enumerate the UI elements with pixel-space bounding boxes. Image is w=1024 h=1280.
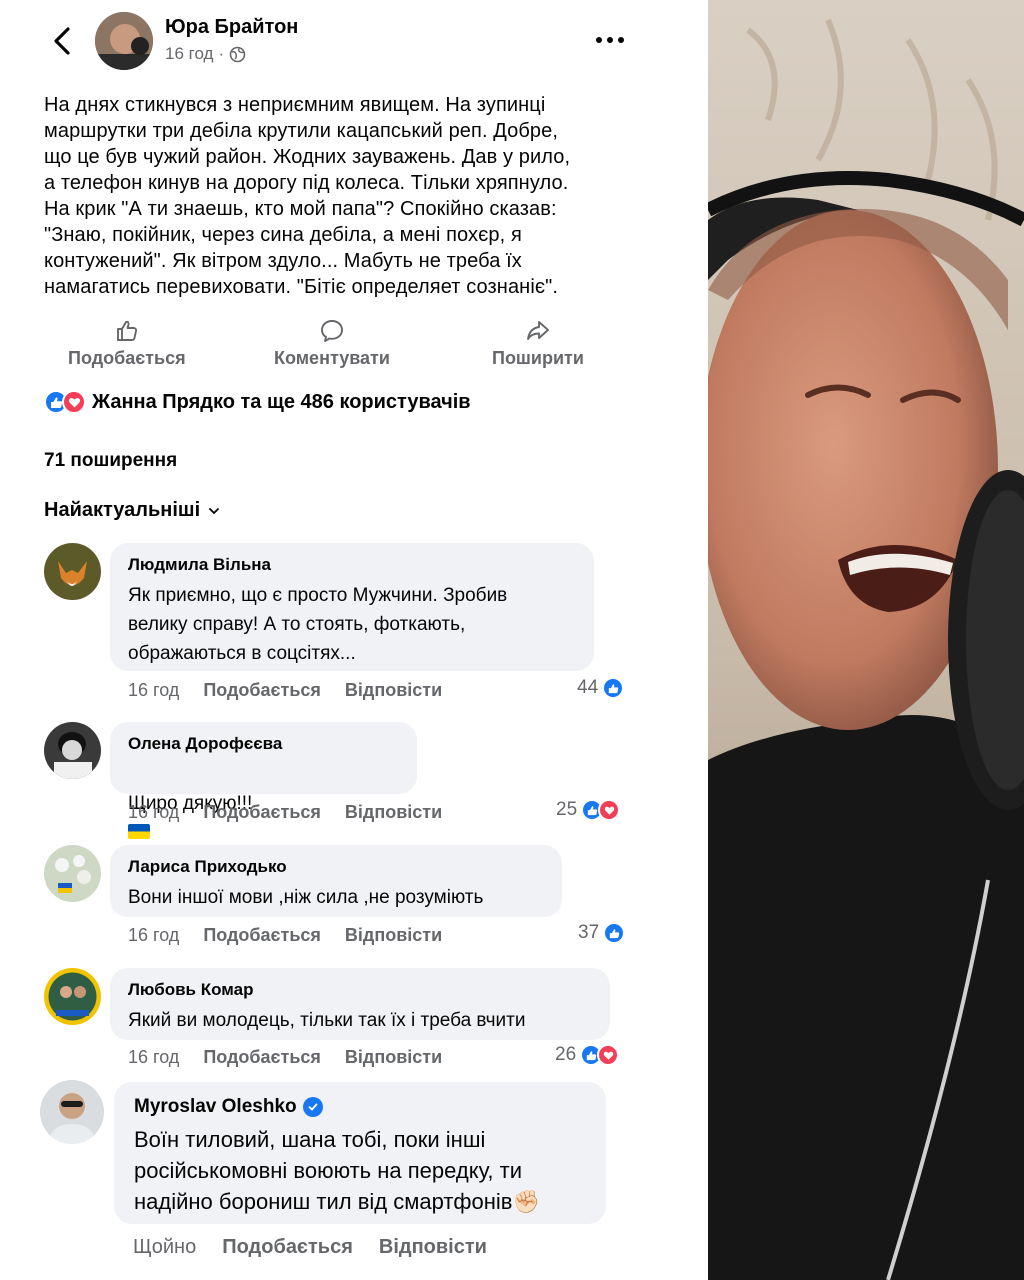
comment-time[interactable]: Щойно [133,1236,196,1259]
reaction-count: 37 [578,922,600,943]
comment-actions: 16 год Подобається Відповісти [128,925,442,946]
love-reaction-icon [62,390,86,414]
like-reaction-icon [602,677,625,699]
commenter-name[interactable]: Олена Дорофєєва [128,734,399,754]
commenter-name[interactable]: Людмила Вільна [128,555,576,575]
comment-actions: 16 год Подобається Відповісти [128,680,442,701]
comment-sort-dropdown[interactable]: Найактуальніші [44,499,220,522]
comment-reply-button[interactable]: Відповісти [345,802,442,823]
avatar[interactable] [44,543,101,600]
comment-bubble: Myroslav Oleshko Воїн тиловий, шана тобі… [114,1082,606,1224]
commenter-name[interactable]: Лариса Приходько [128,857,544,877]
comment-like-button[interactable]: Подобається [222,1236,353,1259]
share-button[interactable]: Поширити [492,318,584,369]
commenter-name: Myroslav Oleshko [134,1096,297,1117]
author-avatar[interactable] [95,12,153,70]
reaction-count: 26 [555,1044,577,1065]
portrait-image [708,0,1024,1280]
post-panel: Юра Брайтон 16 год · На днях стикнувся з… [0,0,708,1280]
comment-reply-button[interactable]: Відповісти [379,1236,487,1259]
comment-text: Який ви молодець, тільки так їх і треба … [128,1010,526,1031]
love-reaction-icon [598,799,621,821]
comment-time[interactable]: 16 год [128,680,179,701]
commenter-name[interactable]: Любовь Комар [128,980,592,1000]
reaction-count: 25 [556,799,578,820]
like-reaction-icon [603,922,626,944]
love-reaction-icon [597,1044,620,1066]
fist-emoji: ✊🏻 [512,1189,540,1214]
comment-reactions[interactable]: 25 [556,799,621,821]
comment-button[interactable]: Коментувати [274,318,390,369]
avatar[interactable] [44,845,101,902]
comment-time[interactable]: 16 год [128,925,179,946]
comment-like-button[interactable]: Подобається [203,680,321,701]
avatar[interactable] [40,1080,104,1144]
commenter-name-row[interactable]: Myroslav Oleshko [134,1096,586,1118]
more-options-icon[interactable] [594,30,626,50]
avatar[interactable] [44,968,101,1025]
avatar[interactable] [44,722,101,779]
shares-count[interactable]: 71 поширення [44,450,177,472]
verified-badge-icon [302,1097,323,1117]
comment-reactions[interactable]: 37 [578,922,626,944]
comment-like-button[interactable]: Подобається [203,925,321,946]
chevron-down-icon [209,507,220,514]
reactions-summary[interactable]: Жанна Прядко та ще 486 користувачів [44,390,471,414]
comment-bubble: Олена Дорофєєва Щиро дякую!!! ❤️💛💙 [110,722,417,872]
comment-actions: 16 год Подобається Відповісти [128,1047,442,1068]
comment-bubble: Людмила Вільна Як приємно, що є просто М… [110,543,594,671]
like-label: Подобається [68,348,186,368]
comment-reply-button[interactable]: Відповісти [345,925,442,946]
comment-text: Воїн тиловий, шана тобі, поки інші росій… [134,1127,522,1214]
meta-separator: · [218,44,225,63]
comment-reply-button[interactable]: Відповісти [345,1047,442,1068]
comment-reactions[interactable]: 26 [555,1044,620,1066]
comment-bubble: Лариса Приходько Вони іншої мови ,ніж си… [110,845,562,917]
comment-reactions[interactable]: 44 [577,677,625,699]
comment-time[interactable]: 16 год [128,802,179,823]
comment-label: Коментувати [274,348,390,368]
post-text: На днях стикнувся з неприємним явищем. Н… [44,94,571,298]
sort-label: Найактуальніші [44,499,201,521]
reaction-icons [44,390,86,414]
comment-time[interactable]: 16 год [128,1047,179,1068]
comment-reply-button[interactable]: Відповісти [345,680,442,701]
comment-like-button[interactable]: Подобається [203,802,321,823]
share-label: Поширити [492,348,584,368]
reaction-count: 44 [577,677,599,698]
like-button[interactable]: Подобається [68,318,186,369]
comment-actions: Щойно Подобається Відповісти [133,1236,487,1259]
post-meta: 16 год · [165,44,246,64]
comment-text: Вони іншої мови ,ніж сила ,не розуміють [128,887,484,908]
author-name[interactable]: Юра Брайтон [165,16,298,39]
share-arrow-icon [527,321,549,340]
reactions-summary-text: Жанна Прядко та ще 486 користувачів [92,390,471,413]
back-arrow-icon[interactable] [48,24,78,58]
comment-bubble-icon [321,320,343,342]
comment-text: Як приємно, що є просто Мужчини. Зробив … [128,585,508,664]
comment-text-line: Воїн тиловий, шана тобі, поки інші росій… [134,1124,586,1217]
comment-bubble: Любовь Комар Який ви молодець, тільки та… [110,968,610,1040]
globe-icon [229,46,246,62]
post-time[interactable]: 16 год [165,44,213,64]
comment-like-button[interactable]: Подобається [203,1047,321,1068]
ukraine-flag-icon [128,824,150,839]
thumbs-up-icon [116,320,137,341]
author-photo [708,0,1024,1280]
comment-actions: 16 год Подобається Відповісти [128,802,442,823]
